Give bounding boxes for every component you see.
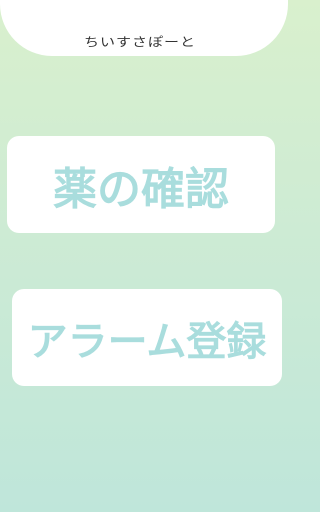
medicine-check-label: 薬の確認	[53, 163, 229, 215]
alarm-register-button[interactable]: アラーム登録	[12, 289, 282, 386]
alarm-register-label: アラーム登録	[27, 318, 267, 365]
medicine-check-button[interactable]: 薬の確認	[7, 136, 275, 233]
app-title: ちいすさぽーと	[83, 34, 196, 50]
